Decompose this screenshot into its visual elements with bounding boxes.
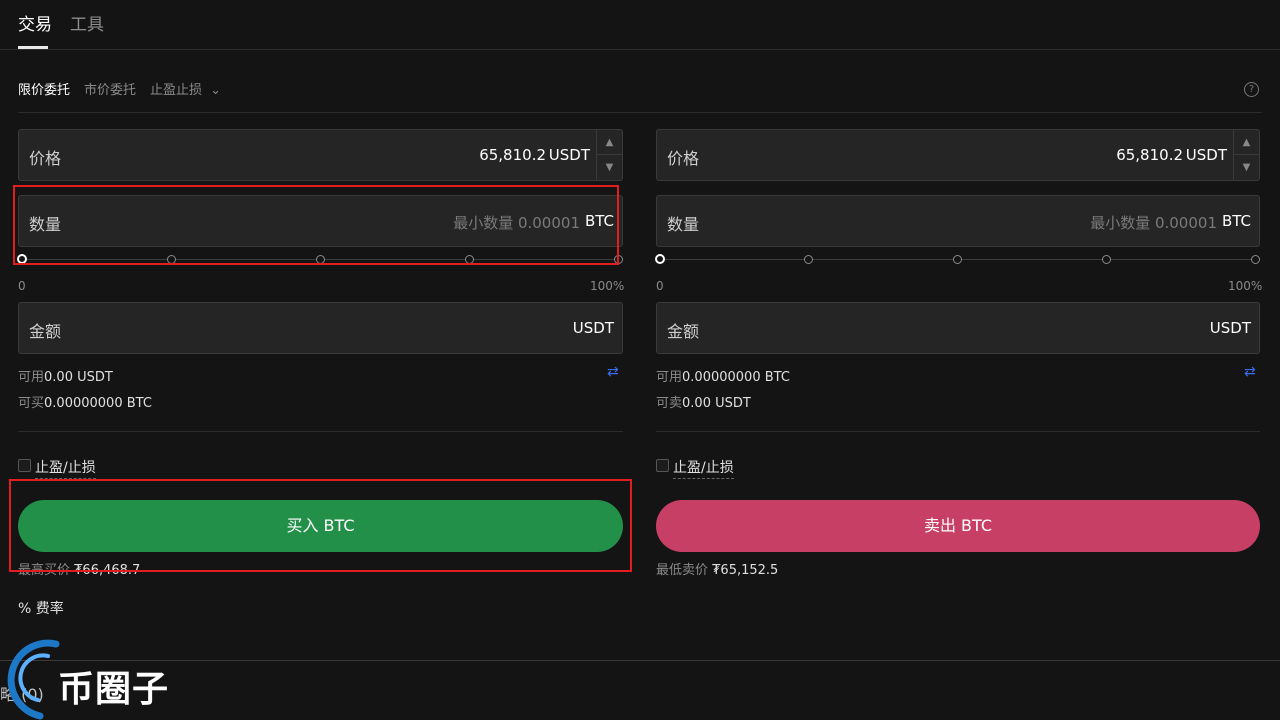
chevron-down-icon: ⌄ bbox=[210, 83, 222, 98]
fee-rate-link[interactable]: % 费率 bbox=[18, 598, 64, 618]
sell-can-trade-line: 可卖0.00 USDT bbox=[656, 392, 751, 411]
bottom-bar: 策略 (0) bbox=[0, 660, 1280, 720]
caret-down-icon[interactable]: ▼ bbox=[1234, 155, 1259, 180]
sell-available-label: 可用 bbox=[656, 370, 683, 385]
sell-amount-unit: USDT bbox=[1209, 319, 1251, 337]
order-type-tabs: 限价委托 市价委托 止盈止损 ⌄ bbox=[0, 70, 1262, 112]
sell-quantity-placeholder: 最小数量 0.00001 bbox=[1090, 214, 1217, 232]
active-tab-indicator bbox=[18, 46, 48, 49]
sell-slider-mark-50[interactable] bbox=[953, 255, 962, 264]
caret-up-icon[interactable]: ▲ bbox=[597, 130, 622, 155]
sell-slider-handle[interactable] bbox=[655, 254, 665, 264]
sell-quantity-field[interactable]: 数量 最小数量 0.00001 BTC bbox=[656, 195, 1260, 247]
sell-can-trade-value: 0.00 USDT bbox=[682, 396, 751, 411]
buy-divider bbox=[18, 431, 623, 432]
sell-quantity-unit: BTC bbox=[1221, 212, 1251, 230]
sell-slider-mark-100[interactable] bbox=[1251, 255, 1260, 264]
buy-available-label: 可用 bbox=[18, 370, 45, 385]
buy-available-value: 0.00 USDT bbox=[44, 370, 113, 385]
buy-price-label: 价格 bbox=[29, 149, 62, 168]
tab-tpsl-label: 止盈止损 bbox=[150, 83, 203, 98]
buy-can-trade-value: 0.00000000 BTC bbox=[44, 396, 152, 411]
sell-price-stepper: ▲ ▼ bbox=[1233, 130, 1259, 180]
highlight-buy-box bbox=[9, 479, 632, 572]
buy-slider-max: 100% bbox=[590, 279, 625, 293]
sell-can-trade-label: 可卖 bbox=[656, 396, 683, 411]
sell-price-unit: USDT bbox=[1185, 146, 1227, 164]
sell-tpsl-checkbox[interactable] bbox=[656, 459, 669, 472]
buy-amount-unit: USDT bbox=[572, 319, 614, 337]
buy-can-trade-line: 可买0.00000000 BTC bbox=[18, 392, 152, 411]
sell-slider-min: 0 bbox=[656, 279, 664, 293]
sell-available-value: 0.00000000 BTC bbox=[682, 370, 790, 385]
sell-available-line: 可用0.00000000 BTC bbox=[656, 366, 790, 385]
transfer-icon[interactable]: ⇄ bbox=[607, 364, 619, 380]
sell-tpsl-label[interactable]: 止盈/止损 bbox=[673, 457, 734, 479]
highlight-quantity-box bbox=[13, 185, 619, 265]
sell-amount-field[interactable]: 金额 USDT bbox=[656, 302, 1260, 354]
tab-trade[interactable]: 交易 bbox=[18, 10, 52, 35]
buy-available-line: 可用0.00 USDT bbox=[18, 366, 113, 385]
buy-price-stepper: ▲ ▼ bbox=[596, 130, 622, 180]
sell-slider-max: 100% bbox=[1228, 279, 1263, 293]
sell-slider-mark-25[interactable] bbox=[804, 255, 813, 264]
watermark-text: 币圈子 bbox=[58, 669, 170, 710]
sell-best-price-value: ₮65,152.5 bbox=[712, 563, 779, 578]
buy-amount-label: 金额 bbox=[29, 322, 62, 341]
caret-up-icon[interactable]: ▲ bbox=[1234, 130, 1259, 155]
help-icon[interactable]: ? bbox=[1244, 82, 1259, 97]
sell-price-value: 65,810.2 bbox=[1116, 146, 1183, 164]
watermark-logo-icon bbox=[7, 639, 60, 720]
buy-slider-min: 0 bbox=[18, 279, 26, 293]
buy-price-unit: USDT bbox=[548, 146, 590, 164]
sell-divider bbox=[656, 431, 1260, 432]
sell-amount-label: 金额 bbox=[667, 322, 700, 341]
buy-price-field[interactable]: 价格 65,810.2 USDT ▲ ▼ bbox=[18, 129, 623, 181]
sell-price-label: 价格 bbox=[667, 149, 700, 168]
tab-limit-order[interactable]: 限价委托 bbox=[18, 79, 70, 98]
caret-down-icon[interactable]: ▼ bbox=[597, 155, 622, 180]
buy-tpsl-checkbox[interactable] bbox=[18, 459, 31, 472]
buy-amount-field[interactable]: 金额 USDT bbox=[18, 302, 623, 354]
sell-best-price-label: 最低卖价 bbox=[656, 563, 709, 578]
sell-price-field[interactable]: 价格 65,810.2 USDT ▲ ▼ bbox=[656, 129, 1260, 181]
top-tab-bar: 交易 工具 bbox=[0, 0, 1280, 50]
tab-market-order[interactable]: 市价委托 bbox=[84, 79, 136, 98]
sell-best-price: 最低卖价 ₮65,152.5 bbox=[656, 559, 778, 578]
tab-tools[interactable]: 工具 bbox=[70, 10, 104, 35]
tab-tpsl-order[interactable]: 止盈止损 ⌄ bbox=[150, 79, 221, 98]
sell-slider-mark-75[interactable] bbox=[1102, 255, 1111, 264]
transfer-icon[interactable]: ⇄ bbox=[1244, 364, 1256, 380]
buy-can-trade-label: 可买 bbox=[18, 396, 45, 411]
sell-quantity-label: 数量 bbox=[667, 215, 700, 234]
sell-button[interactable]: 卖出 BTC bbox=[656, 500, 1260, 552]
buy-price-value: 65,810.2 bbox=[479, 146, 546, 164]
buy-tpsl-label[interactable]: 止盈/止损 bbox=[35, 457, 96, 479]
order-tabs-divider bbox=[18, 112, 1262, 113]
